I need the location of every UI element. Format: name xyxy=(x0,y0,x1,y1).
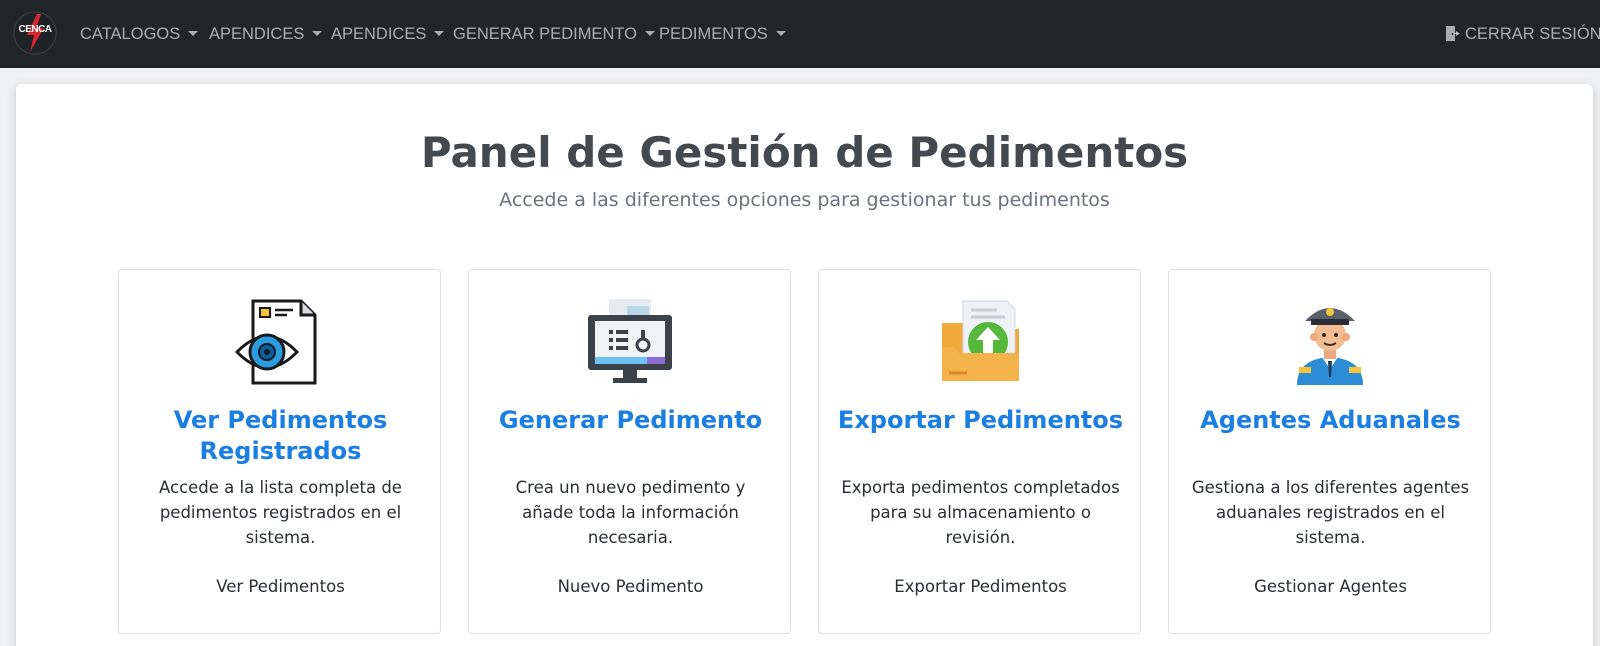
customs-agent-icon xyxy=(1297,308,1363,385)
brand-logo[interactable]: CENCA xyxy=(13,11,57,55)
nav-catalogos-dropdown[interactable]: CATALOGOS xyxy=(80,0,199,68)
caret-down-icon xyxy=(644,31,655,36)
nav-label: PEDIMENTOS xyxy=(659,25,768,43)
nav-label: GENERAR PEDIMENTO xyxy=(453,25,637,43)
nav-label: CATALOGOS xyxy=(80,25,181,43)
document-eye-icon xyxy=(235,299,317,385)
card-generar-pedimento: Generar Pedimento Crea un nuevo pediment… xyxy=(468,269,791,634)
card-exportar-pedimentos: Exportar Pedimentos Exporta pedimentos c… xyxy=(818,269,1141,634)
caret-down-icon xyxy=(775,31,786,36)
card-description: Gestiona a los diferentes agentes aduana… xyxy=(1191,478,1470,547)
card-title-link[interactable]: Generar Pedimento xyxy=(479,405,782,436)
gestionar-agentes-link[interactable]: Gestionar Agentes xyxy=(1179,577,1482,596)
card-title-link[interactable]: Agentes Aduanales xyxy=(1179,405,1482,436)
door-exit-icon xyxy=(1446,26,1460,41)
folder-upload-icon xyxy=(942,300,1019,381)
logo-text: CENCA xyxy=(18,24,52,35)
monitor-form-icon xyxy=(588,299,672,383)
caret-down-icon xyxy=(188,31,199,36)
card-title-link[interactable]: Ver Pedimentos Registrados xyxy=(129,405,432,467)
card-agentes-aduanales: Agentes Aduanales Gestiona a los diferen… xyxy=(1168,269,1491,634)
ver-pedimentos-link[interactable]: Ver Pedimentos xyxy=(129,577,432,596)
caret-down-icon xyxy=(434,31,445,36)
nav-pedimentos-dropdown[interactable]: PEDIMENTOS xyxy=(659,0,786,68)
page-title: Panel de Gestión de Pedimentos xyxy=(420,128,1189,177)
card-ver-pedimentos: Ver Pedimentos Registrados Accede a la l… xyxy=(118,269,441,634)
card-description: Crea un nuevo pedimento y añade toda la … xyxy=(515,478,746,547)
nav-label: APENDICES xyxy=(331,25,427,43)
nuevo-pedimento-link[interactable]: Nuevo Pedimento xyxy=(479,577,782,596)
logout-label: CERRAR SESIÓN xyxy=(1465,25,1600,43)
exportar-pedimentos-link[interactable]: Exportar Pedimentos xyxy=(829,577,1132,596)
card-title-link[interactable]: Exportar Pedimentos xyxy=(829,405,1132,436)
card-description: Exporta pedimentos completados para su a… xyxy=(841,478,1120,547)
nav-generar-pedimento-dropdown[interactable]: GENERAR PEDIMENTO xyxy=(453,0,655,68)
caret-down-icon xyxy=(312,31,323,36)
nav-apendices-2-dropdown[interactable]: APENDICES xyxy=(331,0,445,68)
logout-button[interactable]: CERRAR SESIÓN xyxy=(1445,0,1600,68)
nav-apendices-dropdown[interactable]: APENDICES xyxy=(209,0,323,68)
nav-label: APENDICES xyxy=(209,25,305,43)
page-subtitle: Accede a las diferentes opciones para ge… xyxy=(499,189,1110,211)
card-description: Accede a la lista completa de pedimentos… xyxy=(159,478,402,547)
top-navbar: CENCA CATALOGOS APENDICES APENDICES GENE… xyxy=(0,0,1600,68)
